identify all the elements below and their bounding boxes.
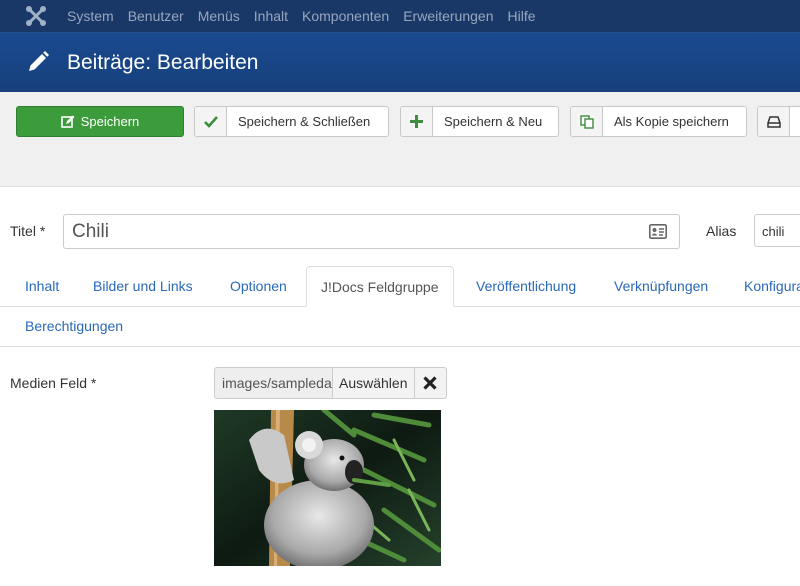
check-icon [195, 107, 227, 136]
media-clear-button[interactable] [414, 367, 447, 399]
menu-komponenten[interactable]: Komponenten [295, 0, 396, 32]
menu-hilfe[interactable]: Hilfe [500, 0, 542, 32]
versions-button[interactable] [757, 106, 800, 137]
menu-inhalt[interactable]: Inhalt [247, 0, 295, 32]
save-copy-button[interactable]: Als Kopie speichern [570, 106, 747, 137]
menu-benutzer[interactable]: Benutzer [121, 0, 191, 32]
save-button[interactable]: Speichern [16, 106, 184, 137]
tab-veroeffentlichung[interactable]: Veröffentlichung [476, 266, 576, 306]
main-menu: System Benutzer Menüs Inhalt Komponenten… [60, 0, 543, 32]
archive-icon [758, 107, 790, 136]
page-title: Beiträge: Bearbeiten [67, 51, 259, 74]
copy-icon [571, 107, 603, 136]
koala-photo [214, 410, 441, 566]
save-close-label: Speichern & Schließen [238, 114, 371, 129]
close-icon [423, 376, 437, 390]
media-field-label: Medien Feld * [10, 375, 97, 391]
alias-value: chili [762, 224, 785, 239]
edit-tabs: Inhalt Bilder und Links Optionen J!Docs … [0, 266, 800, 347]
title-label: Titel * [10, 223, 46, 239]
media-select-button[interactable]: Auswählen [332, 367, 415, 399]
alias-label: Alias [706, 223, 737, 239]
tab-inhalt[interactable]: Inhalt [25, 266, 59, 306]
edit-icon [60, 115, 75, 128]
media-path-input[interactable]: images/sampledata [214, 367, 332, 399]
tab-optionen[interactable]: Optionen [230, 266, 287, 306]
tab-jdocs-feldgruppe[interactable]: J!Docs Feldgruppe [306, 266, 454, 307]
page-header: Beiträge: Bearbeiten [0, 32, 800, 92]
save-copy-label: Als Kopie speichern [614, 114, 729, 129]
pencil-icon [29, 51, 49, 71]
save-new-button[interactable]: Speichern & Neu [400, 106, 559, 137]
menu-menues[interactable]: Menüs [191, 0, 247, 32]
menu-erweiterungen[interactable]: Erweiterungen [396, 0, 500, 32]
save-new-label: Speichern & Neu [444, 114, 543, 129]
id-card-icon [649, 224, 667, 239]
tab-berechtigungen[interactable]: Berechtigungen [25, 306, 123, 346]
toolbar: Speichern Speichern & Schließen Speicher… [0, 92, 800, 187]
save-close-button[interactable]: Speichern & Schließen [194, 106, 389, 137]
media-path-value: images/sampledata [222, 375, 332, 391]
tab-verknuepfungen[interactable]: Verknüpfungen [614, 266, 708, 306]
plus-icon [401, 107, 433, 136]
media-field: images/sampledata Auswählen [214, 367, 447, 399]
joomla-logo-icon[interactable] [24, 4, 48, 28]
alias-field[interactable]: chili [754, 214, 800, 247]
menu-system[interactable]: System [60, 0, 121, 32]
save-label: Speichern [80, 114, 140, 129]
tab-bilder-und-links[interactable]: Bilder und Links [93, 266, 193, 306]
title-field[interactable]: Chili [63, 214, 680, 249]
top-navbar: System Benutzer Menüs Inhalt Komponenten… [0, 0, 800, 32]
title-value: Chili [72, 221, 109, 242]
tab-konfiguration[interactable]: Konfiguration [744, 266, 800, 306]
